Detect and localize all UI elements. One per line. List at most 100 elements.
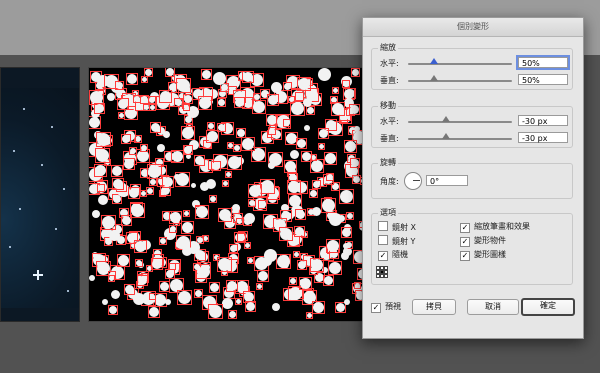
- move-horizontal-slider[interactable]: [408, 121, 512, 123]
- dot: [232, 204, 240, 212]
- angle-input[interactable]: 0°: [426, 175, 468, 186]
- artboard-starfield[interactable]: [0, 67, 80, 322]
- selection-box: [247, 257, 254, 264]
- check-icon[interactable]: ✓: [371, 303, 381, 313]
- selection-box: [279, 227, 293, 241]
- dot: [312, 207, 321, 216]
- selection-box: [236, 218, 243, 225]
- scale-horizontal-input[interactable]: 50%: [516, 55, 570, 70]
- scale-strokes-label: 縮放筆畫和效果: [474, 222, 530, 231]
- scale-group-label: 縮放: [378, 42, 398, 53]
- move-vertical-thumb[interactable]: [442, 133, 450, 139]
- reference-point-icon[interactable]: [376, 266, 388, 278]
- selection-box: [352, 175, 361, 184]
- check-icon[interactable]: ✓: [460, 237, 470, 247]
- ref-point[interactable]: [384, 274, 388, 278]
- selection-box: [310, 258, 324, 272]
- move-vertical-slider[interactable]: [408, 138, 512, 140]
- dot: [109, 230, 120, 241]
- dot: [264, 249, 277, 262]
- scale-vertical-label: 垂直:: [380, 76, 399, 85]
- random-checkbox[interactable]: ✓ 隨機: [378, 249, 408, 261]
- selection-box: [341, 227, 352, 238]
- copy-button[interactable]: 拷貝: [412, 299, 456, 315]
- selection-box: [283, 82, 292, 91]
- selection-box: [108, 305, 118, 315]
- dot: [344, 299, 350, 305]
- selection-box: [209, 282, 220, 293]
- scale-strokes-checkbox[interactable]: ✓ 縮放筆畫和效果: [460, 221, 530, 233]
- transform-each-dialog: 個別變形 縮放 水平: 50% 垂直: 50% 移動 水平: -30 px 垂直…: [362, 17, 584, 339]
- selection-box: [159, 237, 167, 245]
- artboard-dots[interactable]: [88, 67, 372, 322]
- selection-box: [195, 205, 209, 219]
- scale-horizontal-slider[interactable]: [408, 63, 512, 65]
- reflect-y-box[interactable]: [378, 235, 388, 245]
- dot: [271, 82, 282, 93]
- move-horizontal-input[interactable]: -30 px: [518, 115, 568, 126]
- dot: [354, 126, 360, 132]
- selection-box: [121, 134, 131, 144]
- selection-box: [237, 233, 246, 242]
- angle-label: 角度:: [380, 177, 399, 186]
- selection-box: [174, 98, 183, 107]
- preview-checkbox[interactable]: ✓ 預視: [371, 301, 401, 313]
- ok-button[interactable]: 確定: [521, 298, 575, 316]
- reflect-x-box[interactable]: [378, 221, 388, 231]
- selection-box: [94, 103, 105, 114]
- selection-box: [97, 184, 105, 192]
- dot: [200, 182, 209, 191]
- move-vertical-input[interactable]: -30 px: [518, 132, 568, 143]
- transform-patterns-checkbox[interactable]: ✓ 變形圖樣: [460, 249, 506, 261]
- reflect-x-checkbox[interactable]: 鏡射 X: [378, 221, 416, 233]
- selection-box: [183, 145, 193, 155]
- transform-objects-checkbox[interactable]: ✓ 變形物件: [460, 235, 506, 247]
- selection-box: [241, 137, 255, 151]
- selection-box: [117, 254, 130, 267]
- dot: [191, 183, 196, 188]
- selection-box: [253, 93, 261, 101]
- angle-dial-icon[interactable]: [404, 172, 422, 190]
- selection-box: [321, 198, 336, 213]
- move-horizontal-thumb[interactable]: [442, 116, 450, 122]
- dot: [343, 243, 349, 249]
- selection-box: [149, 293, 156, 300]
- selection-box: [299, 277, 312, 290]
- selection-box: [244, 242, 251, 249]
- selection-box: [267, 94, 279, 106]
- cancel-button[interactable]: 取消: [467, 299, 519, 315]
- scale-horizontal-label: 水平:: [380, 59, 399, 68]
- scale-horizontal-thumb[interactable]: [430, 58, 438, 64]
- selection-box: [296, 138, 307, 149]
- selection-box: [141, 76, 148, 83]
- selection-box: [222, 180, 229, 187]
- selection-box: [310, 159, 324, 173]
- selection-box: [342, 80, 350, 88]
- selection-box: [350, 158, 360, 168]
- selection-box: [229, 244, 238, 253]
- selection-box: [228, 310, 237, 319]
- selection-box: [245, 301, 256, 312]
- dot: [213, 72, 226, 85]
- selection-box: [130, 203, 145, 218]
- selection-box: [306, 106, 315, 115]
- selection-box: [181, 221, 194, 234]
- selection-box: [287, 180, 301, 194]
- selection-box: [183, 94, 193, 104]
- star: [13, 150, 15, 152]
- reflect-y-checkbox[interactable]: 鏡射 Y: [378, 235, 415, 247]
- selection-box: [149, 104, 156, 111]
- scale-vertical-thumb[interactable]: [430, 75, 438, 81]
- check-icon[interactable]: ✓: [378, 251, 388, 261]
- scale-vertical-input[interactable]: 50%: [518, 74, 568, 85]
- selection-box: [149, 178, 157, 186]
- check-icon[interactable]: ✓: [460, 223, 470, 233]
- selection-box: [115, 81, 124, 90]
- selection-box: [159, 281, 170, 292]
- scale-vertical-slider[interactable]: [408, 80, 512, 82]
- selection-box: [295, 209, 306, 220]
- selection-box: [288, 96, 295, 103]
- check-icon[interactable]: ✓: [460, 251, 470, 261]
- star: [9, 246, 11, 248]
- dot: [244, 213, 255, 224]
